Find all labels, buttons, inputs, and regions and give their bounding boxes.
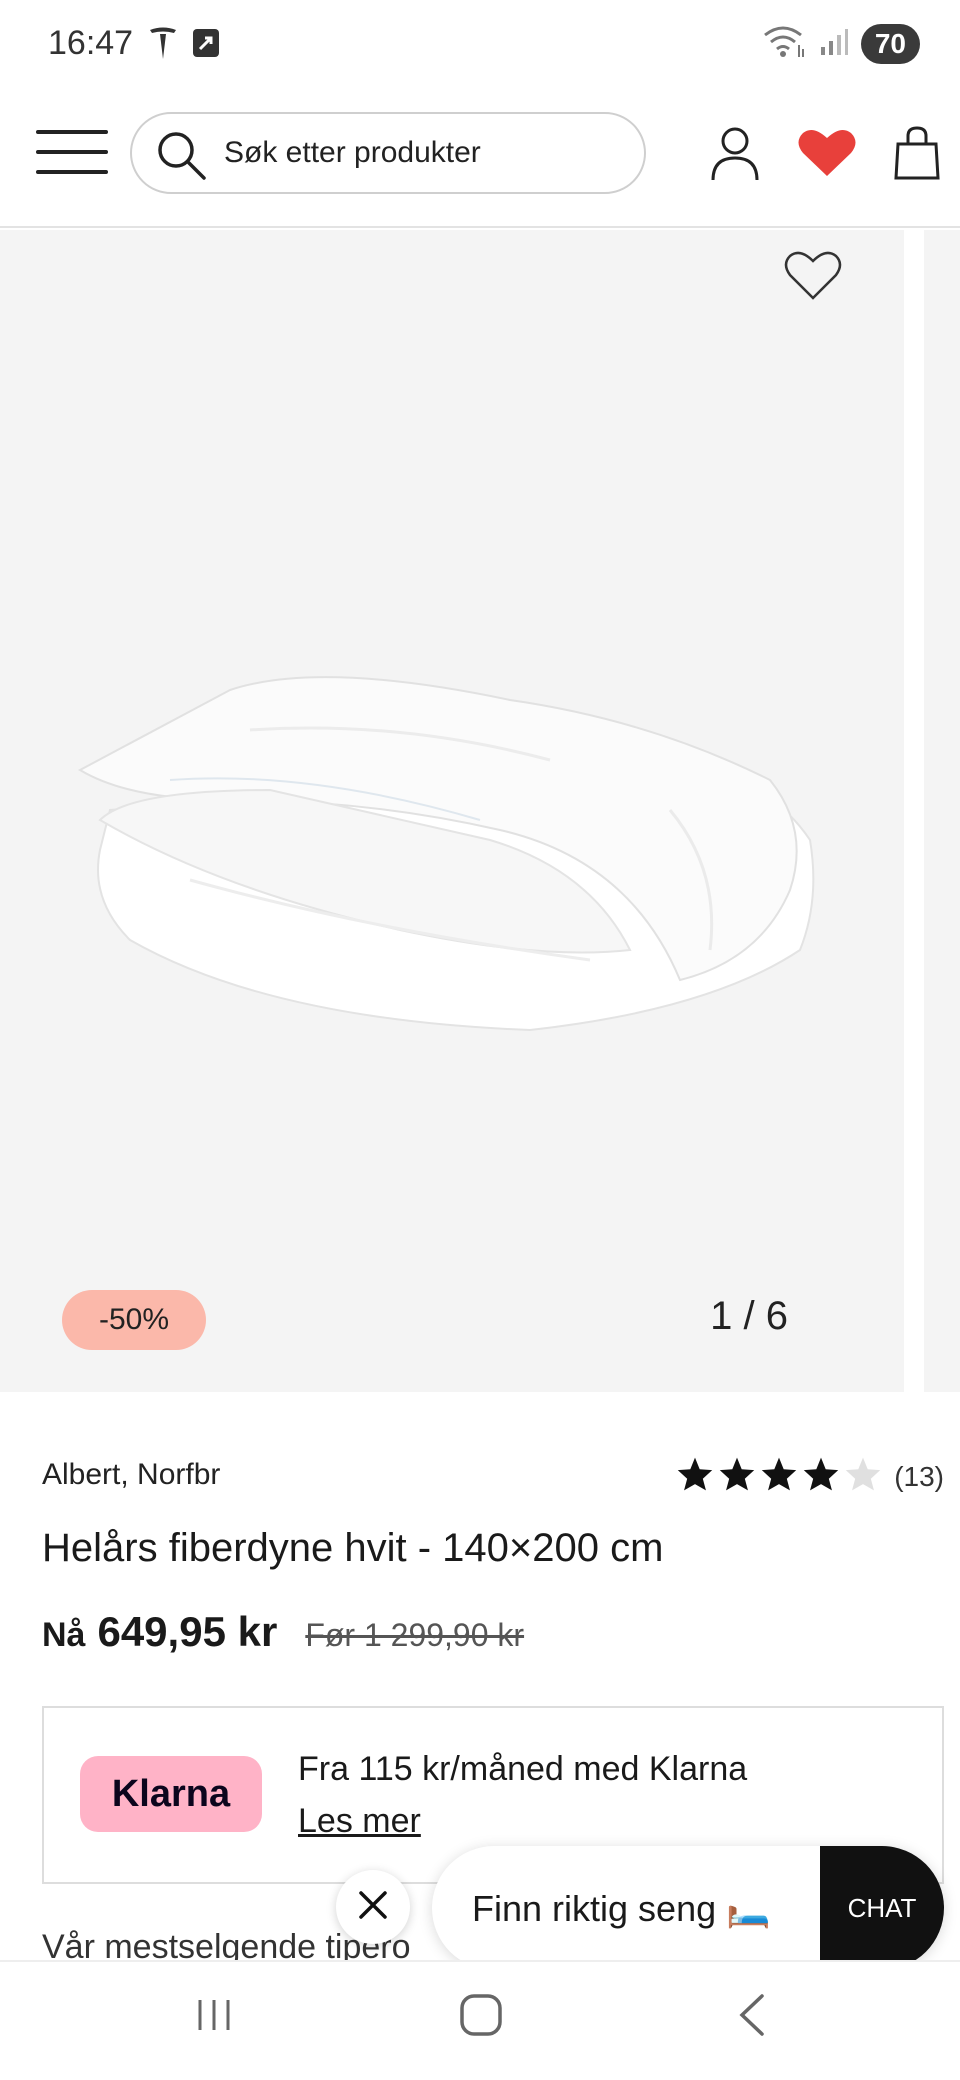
home-icon[interactable] <box>458 1992 504 2043</box>
close-chat-button[interactable] <box>336 1870 410 1944</box>
search-input[interactable] <box>224 114 624 192</box>
favorite-heart-icon[interactable] <box>784 250 842 307</box>
status-icons-right: 70 <box>763 24 920 64</box>
wifi-icon <box>763 25 807 64</box>
search-icon <box>156 130 208 187</box>
gallery-pager: 1 / 6 <box>710 1294 788 1338</box>
discount-badge: -50% <box>62 1290 206 1350</box>
product-brand[interactable]: Albert, Norfbr <box>42 1458 220 1492</box>
signal-icon <box>819 27 849 62</box>
bag-icon[interactable] <box>894 126 940 185</box>
rating-count: (13) <box>894 1460 944 1492</box>
battery-indicator: 70 <box>860 24 920 64</box>
star-filled-icon <box>676 1456 714 1497</box>
close-icon <box>357 1889 389 1926</box>
status-icons-left <box>148 26 220 65</box>
search-bar[interactable] <box>130 112 646 194</box>
app-notification-icon <box>192 28 220 63</box>
star-filled-icon <box>718 1456 756 1497</box>
klarna-text: Fra 115 kr/måned med Klarna <box>298 1750 748 1788</box>
chat-prompt[interactable]: Finn riktig seng 🛏️ <box>472 1888 771 1930</box>
product-gallery[interactable]: -50% 1 / 6 <box>0 230 960 1392</box>
klarna-logo: Klarna <box>80 1756 262 1832</box>
price-now-label: Nå <box>42 1616 86 1654</box>
recent-apps-icon[interactable] <box>192 1992 236 2041</box>
price-row: Nå 649,95 kr Før 1 299,90 kr <box>42 1608 524 1656</box>
price-now: 649,95 kr <box>97 1608 278 1655</box>
chat-button[interactable]: CHAT <box>820 1846 944 1970</box>
product-rating[interactable]: (13) <box>676 1456 944 1497</box>
status-time: 16:47 <box>48 24 134 62</box>
price-old: Før 1 299,90 kr <box>305 1617 525 1653</box>
star-filled-icon <box>802 1456 840 1497</box>
menu-icon[interactable] <box>36 130 108 178</box>
product-image <box>77 676 815 1032</box>
product-title: Helårs fiberdyne hvit - 140×200 cm <box>42 1526 664 1570</box>
gallery-slide[interactable]: -50% 1 / 6 <box>0 230 904 1392</box>
star-filled-icon <box>760 1456 798 1497</box>
user-icon[interactable] <box>710 126 760 187</box>
site-header <box>0 92 960 228</box>
status-bar: 16:47 70 <box>0 0 960 92</box>
chat-widget[interactable]: Finn riktig seng 🛏️ CHAT <box>432 1846 944 1970</box>
tesla-icon <box>148 26 178 65</box>
back-icon[interactable] <box>732 1992 772 2043</box>
gallery-next-slide-peek[interactable] <box>924 230 960 1392</box>
klarna-read-more-link[interactable]: Les mer <box>298 1802 421 1841</box>
heart-icon[interactable] <box>798 128 856 183</box>
system-nav-bar <box>0 1960 960 2080</box>
star-empty-icon <box>844 1456 882 1497</box>
